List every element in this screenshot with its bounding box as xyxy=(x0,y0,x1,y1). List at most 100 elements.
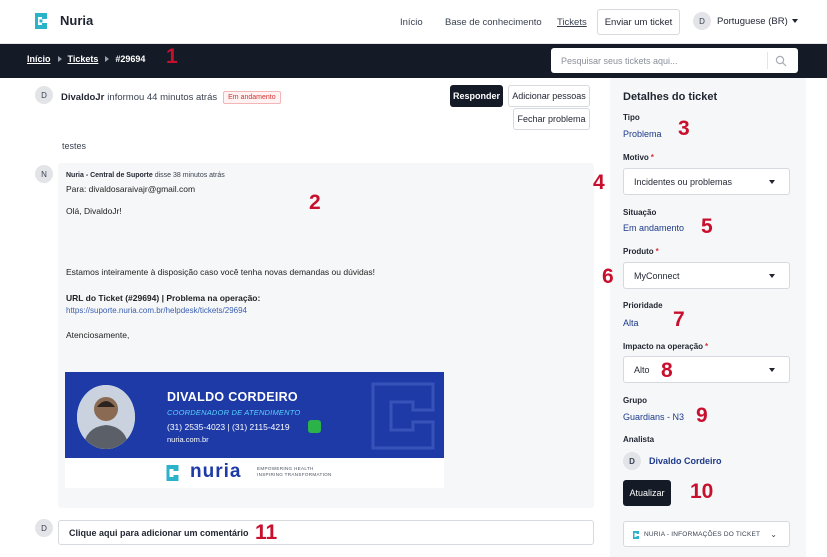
signature-tagline: EMPOWERING HEALTH INSPIRING TRANSFORMATI… xyxy=(257,466,332,478)
person-photo-icon xyxy=(77,385,135,449)
message-greeting: Olá, DivaldoJr! xyxy=(66,206,122,216)
breadcrumb-separator-icon xyxy=(105,56,110,62)
required-mark: * xyxy=(650,153,654,162)
signature-footer xyxy=(65,458,444,488)
signature-site: nuria.com.br xyxy=(167,435,209,444)
add-people-button[interactable]: Adicionar pessoas xyxy=(508,85,590,107)
email-signature: DIVALDO CORDEIRO COORDENADOR DE ATENDIME… xyxy=(65,372,444,488)
details-title: Detalhes do ticket xyxy=(623,91,718,103)
annotation-10: 10 xyxy=(690,480,714,503)
signature-role: COORDENADOR DE ATENDIMENTO xyxy=(167,408,301,417)
analista-value: D Divaldo Cordeiro xyxy=(623,452,722,470)
nuria-logo-icon xyxy=(633,531,639,539)
nav-inicio[interactable]: Início xyxy=(400,17,423,28)
produto-select[interactable]: MyConnect xyxy=(623,262,790,289)
produto-label-text: Produto xyxy=(623,247,654,256)
language-label: Portuguese (BR) xyxy=(717,15,788,27)
ticket-action-time: informou 44 minutos atrás xyxy=(107,92,218,103)
comment-avatar: D xyxy=(35,519,53,537)
produto-value: MyConnect xyxy=(634,271,680,281)
nuria-watermark-icon xyxy=(371,382,435,450)
submit-ticket-button[interactable]: Enviar um ticket xyxy=(597,9,680,35)
analista-name: Divaldo Cordeiro xyxy=(649,456,722,466)
user-avatar[interactable]: D xyxy=(693,12,711,30)
nav-knowledge-base[interactable]: Base de conhecimento xyxy=(445,17,542,28)
produto-label: Produto * xyxy=(623,247,659,256)
ticket-info-panel-label: NURIA - INFORMAÇÕES DO TICKET xyxy=(644,531,761,538)
signature-photo xyxy=(77,385,135,449)
breadcrumb-home[interactable]: Início xyxy=(27,54,51,64)
message-url-link[interactable]: https://suporte.nuria.com.br/helpdesk/ti… xyxy=(66,306,247,315)
dropdown-arrow-icon xyxy=(769,180,775,184)
whatsapp-icon xyxy=(308,420,321,433)
message-url-title: URL do Ticket (#29694) | Problema na ope… xyxy=(66,293,261,303)
dropdown-arrow-icon xyxy=(769,274,775,278)
message-text: Estamos inteiramente à disposição caso v… xyxy=(66,267,376,277)
grupo-value: Guardians - N3 xyxy=(623,412,685,422)
required-mark: * xyxy=(705,342,709,351)
required-mark: * xyxy=(655,247,659,256)
ticket-author[interactable]: DivaldoJr xyxy=(61,92,104,103)
close-problem-button[interactable]: Fechar problema xyxy=(513,108,590,130)
signature-name: DIVALDO CORDEIRO xyxy=(167,390,298,404)
breadcrumb-separator-icon xyxy=(57,56,62,62)
breadcrumb-tickets[interactable]: Tickets xyxy=(68,54,99,64)
situacao-label: Situação xyxy=(623,208,657,217)
nuria-logo-icon[interactable] xyxy=(33,11,49,31)
breadcrumb: Início Tickets #29694 xyxy=(27,54,145,64)
analista-label: Analista xyxy=(623,435,655,444)
message-to: Para: divaldosaraivajr@gmail.com xyxy=(66,184,196,194)
message-author-line: Nuria - Central de Suporte disse 38 minu… xyxy=(66,172,225,179)
message-closing: Atenciosamente, xyxy=(66,330,130,340)
chevron-down-icon: ⌄ xyxy=(770,530,777,539)
status-badge: Em andamento xyxy=(223,91,281,104)
impacto-select[interactable]: Alto xyxy=(623,356,790,383)
ticket-info-panel-toggle[interactable]: NURIA - INFORMAÇÕES DO TICKET ⌄ xyxy=(623,521,790,547)
nuria-logo-icon xyxy=(166,465,179,481)
annotation-4: 4 xyxy=(593,171,605,194)
annotation-11: 11 xyxy=(255,521,278,544)
ticket-body: testes xyxy=(62,141,87,151)
ticket-author-avatar: D xyxy=(35,86,53,104)
search-divider xyxy=(767,52,768,69)
top-header: Nuria Início Base de conhecimento Ticket… xyxy=(0,0,827,44)
update-button[interactable]: Atualizar xyxy=(623,480,671,506)
impacto-label-text: Impacto na operação xyxy=(623,342,704,351)
annotation-1: 1 xyxy=(166,45,178,68)
signature-tagline-2: INSPIRING TRANSFORMATION xyxy=(257,472,332,477)
impacto-value: Alto xyxy=(634,365,650,375)
signature-phone: (31) 2535-4023 | (31) 2115-4219 xyxy=(167,422,290,432)
analista-avatar: D xyxy=(623,452,641,470)
add-comment-label: Clique aqui para adicionar um comentário xyxy=(69,528,249,538)
nav-tickets[interactable]: Tickets xyxy=(557,17,587,28)
grupo-label: Grupo xyxy=(623,396,647,405)
annotation-8: 8 xyxy=(661,359,673,382)
message-time: disse 38 minutos atrás xyxy=(154,172,225,179)
annotation-2: 2 xyxy=(309,191,321,214)
annotation-3: 3 xyxy=(678,117,690,140)
ticket-header-line: DivaldoJr informou 44 minutos atrás Em a… xyxy=(61,91,281,104)
prioridade-value: Alta xyxy=(623,318,639,328)
brand-name[interactable]: Nuria xyxy=(60,13,93,28)
dropdown-arrow-icon xyxy=(769,368,775,372)
annotation-6: 6 xyxy=(602,265,614,288)
situacao-value: Em andamento xyxy=(623,223,685,233)
motivo-value: Incidentes ou problemas xyxy=(634,177,733,187)
add-comment-field[interactable]: Clique aqui para adicionar um comentário xyxy=(58,520,594,545)
annotation-9: 9 xyxy=(696,404,708,427)
prioridade-label: Prioridade xyxy=(623,301,663,310)
message-author-avatar: N xyxy=(35,165,53,183)
reply-button[interactable]: Responder xyxy=(450,85,503,107)
tipo-label: Tipo xyxy=(623,113,640,122)
signature-brand: nuria xyxy=(190,461,242,482)
motivo-label-text: Motivo xyxy=(623,153,649,162)
search-input[interactable] xyxy=(551,48,761,73)
annotation-7: 7 xyxy=(673,308,685,331)
motivo-select[interactable]: Incidentes ou problemas xyxy=(623,168,790,195)
message-author: Nuria - Central de Suporte xyxy=(66,172,153,179)
chevron-down-icon xyxy=(791,19,798,23)
ticket-search xyxy=(551,48,798,73)
search-icon[interactable] xyxy=(775,55,787,67)
breadcrumb-current: #29694 xyxy=(115,54,146,64)
language-selector[interactable]: D Portuguese (BR) xyxy=(693,12,798,30)
